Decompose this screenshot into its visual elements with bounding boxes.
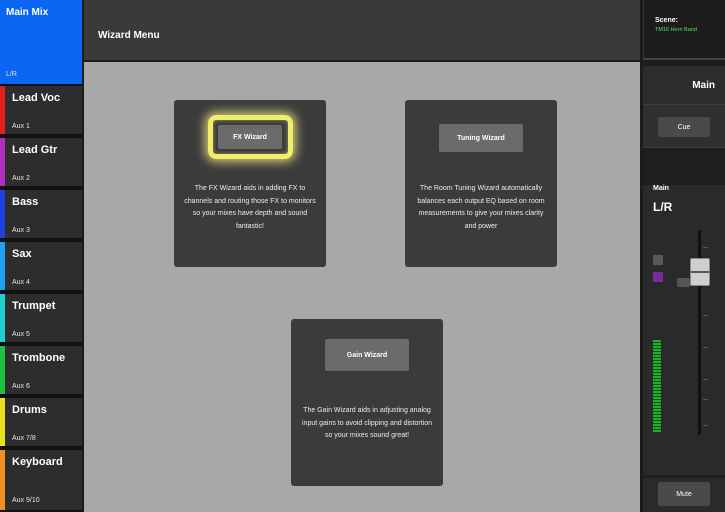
gain-wizard-button[interactable]: Gain Wizard (325, 339, 409, 371)
gain-wizard-card: Gain Wizard The Gain Wizard aids in adju… (291, 319, 443, 486)
mix-name: Drums (12, 404, 47, 416)
fader-tick (703, 247, 708, 248)
mix-sub: Aux 2 (12, 175, 30, 182)
mix-sub: Aux 4 (12, 279, 30, 286)
scene-selector[interactable]: Scene: TM16 Horn Band (643, 0, 725, 60)
mix-color-bar (0, 242, 5, 290)
tuning-wizard-button[interactable]: Tuning Wizard (439, 124, 523, 152)
mix-name: Trumpet (12, 300, 56, 312)
main-output-header: Main (643, 66, 725, 104)
mute-button[interactable]: Mute (658, 482, 710, 506)
mix-color-bar (0, 138, 5, 186)
tuning-wizard-card: Tuning Wizard The Room Tuning Wizard aut… (405, 100, 557, 267)
mix-item-trumpet[interactable]: Trumpet Aux 5 (0, 294, 82, 344)
main-channel-strip: Main L/R (643, 185, 725, 475)
main-output-label: Main (692, 80, 715, 91)
mix-sub: Aux 1 (12, 123, 30, 130)
mix-name: Sax (12, 248, 32, 260)
fader-tick (703, 399, 708, 400)
scene-name: TM16 Horn Band (655, 27, 697, 33)
fader-tick (703, 379, 708, 380)
right-panel: Scene: TM16 Horn Band Main Cue Main L/R … (643, 0, 725, 512)
mix-sub: Aux 5 (12, 331, 30, 338)
mix-name: Trombone (12, 352, 66, 364)
mix-color-bar (0, 398, 5, 446)
channel-big-label: L/R (653, 200, 673, 214)
mix-name: Bass (12, 196, 39, 208)
mix-color-bar (0, 294, 5, 342)
mix-color-bar (0, 450, 5, 510)
mix-item-sax[interactable]: Sax Aux 4 (0, 242, 82, 292)
mix-name: Main Mix (6, 7, 49, 18)
page-title: Wizard Menu (98, 30, 160, 41)
mix-name: Lead Voc (12, 92, 61, 104)
mix-sub: Aux 7/8 (12, 435, 36, 442)
mix-list: Main Mix L/R Lead Voc Aux 1 Lead Gtr Aux… (0, 0, 82, 512)
header-bar: Wizard Menu (84, 0, 640, 60)
fx-wizard-card: FX Wizard The FX Wizard aids in adding F… (174, 100, 326, 267)
wizard-area: FX Wizard The FX Wizard aids in adding F… (84, 62, 640, 512)
mix-color-bar (0, 86, 5, 134)
fader-tick (703, 347, 708, 348)
mix-item-bass[interactable]: Bass Aux 3 (0, 190, 82, 240)
assign-icon[interactable] (653, 272, 663, 282)
channel-small-label: Main (653, 185, 669, 192)
cue-button[interactable]: Cue (658, 117, 710, 137)
cue-area: Cue (643, 104, 725, 148)
fader-tick (703, 315, 708, 316)
fader-handle[interactable] (690, 258, 710, 286)
mix-sub: L/R (6, 71, 17, 78)
fx-wizard-button[interactable]: FX Wizard (218, 125, 282, 149)
mix-name: Lead Gtr (12, 144, 58, 156)
fader-handle-arm (677, 278, 690, 287)
mix-item-lead-voc[interactable]: Lead Voc Aux 1 (0, 86, 82, 136)
fader-tick (703, 425, 708, 426)
mix-item-keyboard[interactable]: Keyboard Aux 9/10 (0, 450, 82, 512)
mix-color-bar (0, 346, 5, 394)
mix-sub: Aux 9/10 (12, 497, 40, 504)
mix-sub: Aux 3 (12, 227, 30, 234)
mix-item-trombone[interactable]: Trombone Aux 6 (0, 346, 82, 396)
level-meter (653, 340, 661, 432)
mix-color-bar (0, 190, 5, 238)
tuning-wizard-description: The Room Tuning Wizard automatically bal… (417, 185, 545, 230)
mix-sub: Aux 6 (12, 383, 30, 390)
link-icon[interactable] (653, 255, 663, 265)
mix-item-lead-gtr[interactable]: Lead Gtr Aux 2 (0, 138, 82, 188)
mix-name: Keyboard (12, 456, 63, 468)
scene-label: Scene: (655, 17, 678, 24)
mute-area: Mute (643, 478, 725, 512)
mix-item-main-mix[interactable]: Main Mix L/R (0, 0, 82, 86)
gain-wizard-description: The Gain Wizard aids in adjusting analog… (302, 407, 432, 439)
fx-wizard-description: The FX Wizard aids in adding FX to chann… (184, 185, 316, 230)
mix-item-drums[interactable]: Drums Aux 7/8 (0, 398, 82, 448)
